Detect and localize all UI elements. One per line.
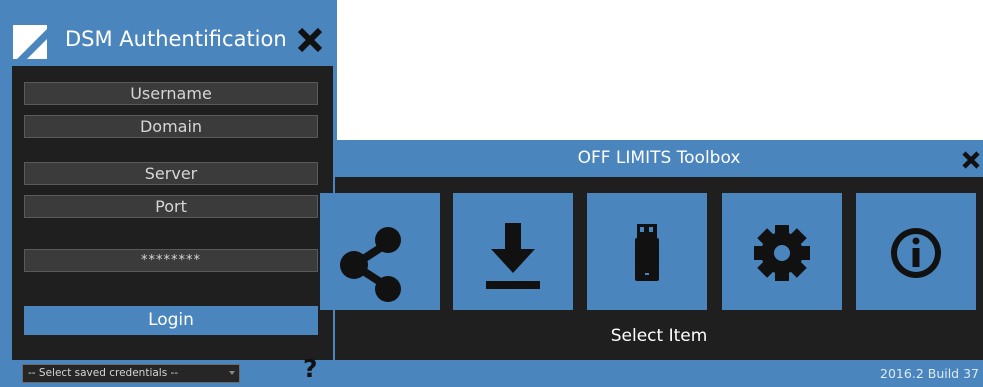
auth-titlebar[interactable]: DSM Authentification <box>0 0 337 66</box>
auth-window-title: DSM Authentification <box>65 27 287 51</box>
port-field[interactable]: Port <box>24 195 318 218</box>
saved-credentials-select[interactable]: -- Select saved credentials -- <box>22 364 240 383</box>
share-icon <box>340 227 401 302</box>
server-field[interactable]: Server <box>24 162 318 185</box>
status-label: Select Item <box>610 326 708 346</box>
chevron-down-icon <box>229 371 235 375</box>
saved-credentials-value: -- Select saved credentials -- <box>28 367 179 379</box>
usb-drive-icon <box>635 224 659 281</box>
gear-icon <box>754 225 810 281</box>
toolbox-close-icon[interactable] <box>961 150 981 170</box>
help-icon[interactable]: ? <box>303 354 318 384</box>
build-version: 2016.2 Build 37 <box>880 366 979 381</box>
download-icon <box>486 223 540 289</box>
tile-download[interactable] <box>453 193 573 310</box>
tile-usb-drive[interactable] <box>587 193 707 310</box>
tile-info[interactable] <box>856 193 976 310</box>
toolbox-window: OFF LIMITS Toolbox Select Item 2016.2 Bu… <box>320 140 983 387</box>
close-icon[interactable] <box>296 26 324 54</box>
domain-field[interactable]: Domain <box>24 115 318 138</box>
tile-settings[interactable] <box>722 193 842 310</box>
dsm-logo-icon <box>13 25 47 59</box>
login-button[interactable]: Login <box>24 306 318 335</box>
password-field[interactable]: ******** <box>24 249 318 272</box>
tile-share[interactable] <box>320 193 440 310</box>
username-field[interactable]: Username <box>24 82 318 105</box>
toolbox-window-title: OFF LIMITS Toolbox <box>577 148 741 168</box>
auth-window: DSM Authentification Username Domain Ser… <box>0 0 337 387</box>
info-icon <box>891 228 941 278</box>
